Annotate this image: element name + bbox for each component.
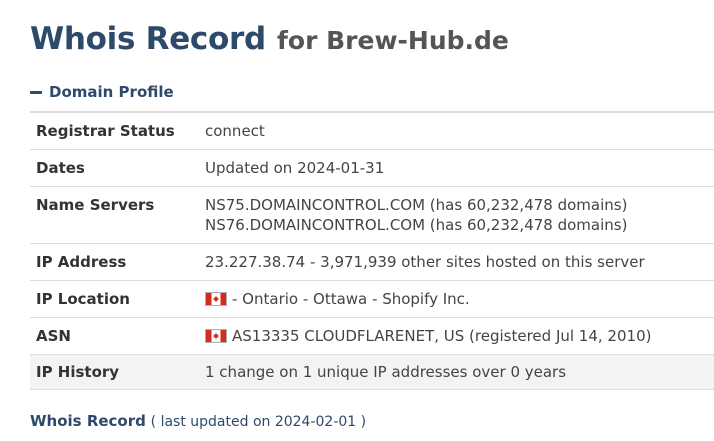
table-row: IP History 1 change on 1 unique IP addre… [30, 354, 714, 390]
ip-location-text: - Ontario - Ottawa - Shopify Inc. [232, 290, 470, 308]
registrar-status-value: connect [205, 122, 265, 140]
page-title-main: Whois Record [30, 21, 266, 57]
ip-history-value: 1 change on 1 unique IP addresses over 0… [205, 363, 567, 381]
domain-profile-toggle[interactable]: Domain Profile [30, 82, 174, 102]
page-title: Whois Record for Brew-Hub.de [30, 18, 509, 61]
domain-profile-label: Domain Profile [49, 83, 174, 101]
ip-history-label: IP History [36, 363, 120, 381]
dates-label: Dates [36, 159, 85, 177]
canada-flag-icon [205, 329, 227, 343]
name-servers-label: Name Servers [36, 196, 155, 214]
name-server-1: NS75.DOMAINCONTROL.COM (has 60,232,478 d… [205, 196, 628, 214]
page-title-domain: for Brew-Hub.de [277, 26, 509, 55]
dates-value: Updated on 2024-01-31 [205, 159, 385, 177]
table-row: Dates Updated on 2024-01-31 [30, 149, 714, 187]
name-server-2: NS76.DOMAINCONTROL.COM (has 60,232,478 d… [205, 216, 628, 234]
name-servers-value: NS75.DOMAINCONTROL.COM (has 60,232,478 d… [199, 187, 714, 244]
table-row: Name Servers NS75.DOMAINCONTROL.COM (has… [30, 186, 714, 244]
registrar-status-label: Registrar Status [36, 122, 175, 140]
ip-address-value: 23.227.38.74 - 3,971,939 other sites hos… [205, 253, 645, 271]
canada-flag-icon [205, 292, 227, 306]
ip-location-value: - Ontario - Ottawa - Shopify Inc. [199, 281, 714, 318]
asn-text: AS13335 CLOUDFLARENET, US (registered Ju… [232, 327, 652, 345]
last-updated-text: ( last updated on 2024-02-01 ) [150, 414, 367, 430]
table-row: IP Address 23.227.38.74 - 3,971,939 othe… [30, 243, 714, 281]
table-row: ASN AS13335 CLOUDFLARENET, US (registere… [30, 317, 714, 355]
whois-record-footer: Whois Record ( last updated on 2024-02-0… [30, 410, 366, 433]
minus-icon [30, 90, 42, 94]
ip-location-label: IP Location [36, 290, 130, 308]
domain-profile-table: Registrar Status connect Dates Updated o… [30, 111, 714, 390]
whois-record-heading: Whois Record [30, 412, 146, 430]
asn-label: ASN [36, 327, 71, 345]
asn-value: AS13335 CLOUDFLARENET, US (registered Ju… [199, 318, 714, 355]
ip-address-label: IP Address [36, 253, 127, 271]
table-row: Registrar Status connect [30, 112, 714, 150]
table-row: IP Location - Ontario - Ottawa - Shopify… [30, 280, 714, 318]
